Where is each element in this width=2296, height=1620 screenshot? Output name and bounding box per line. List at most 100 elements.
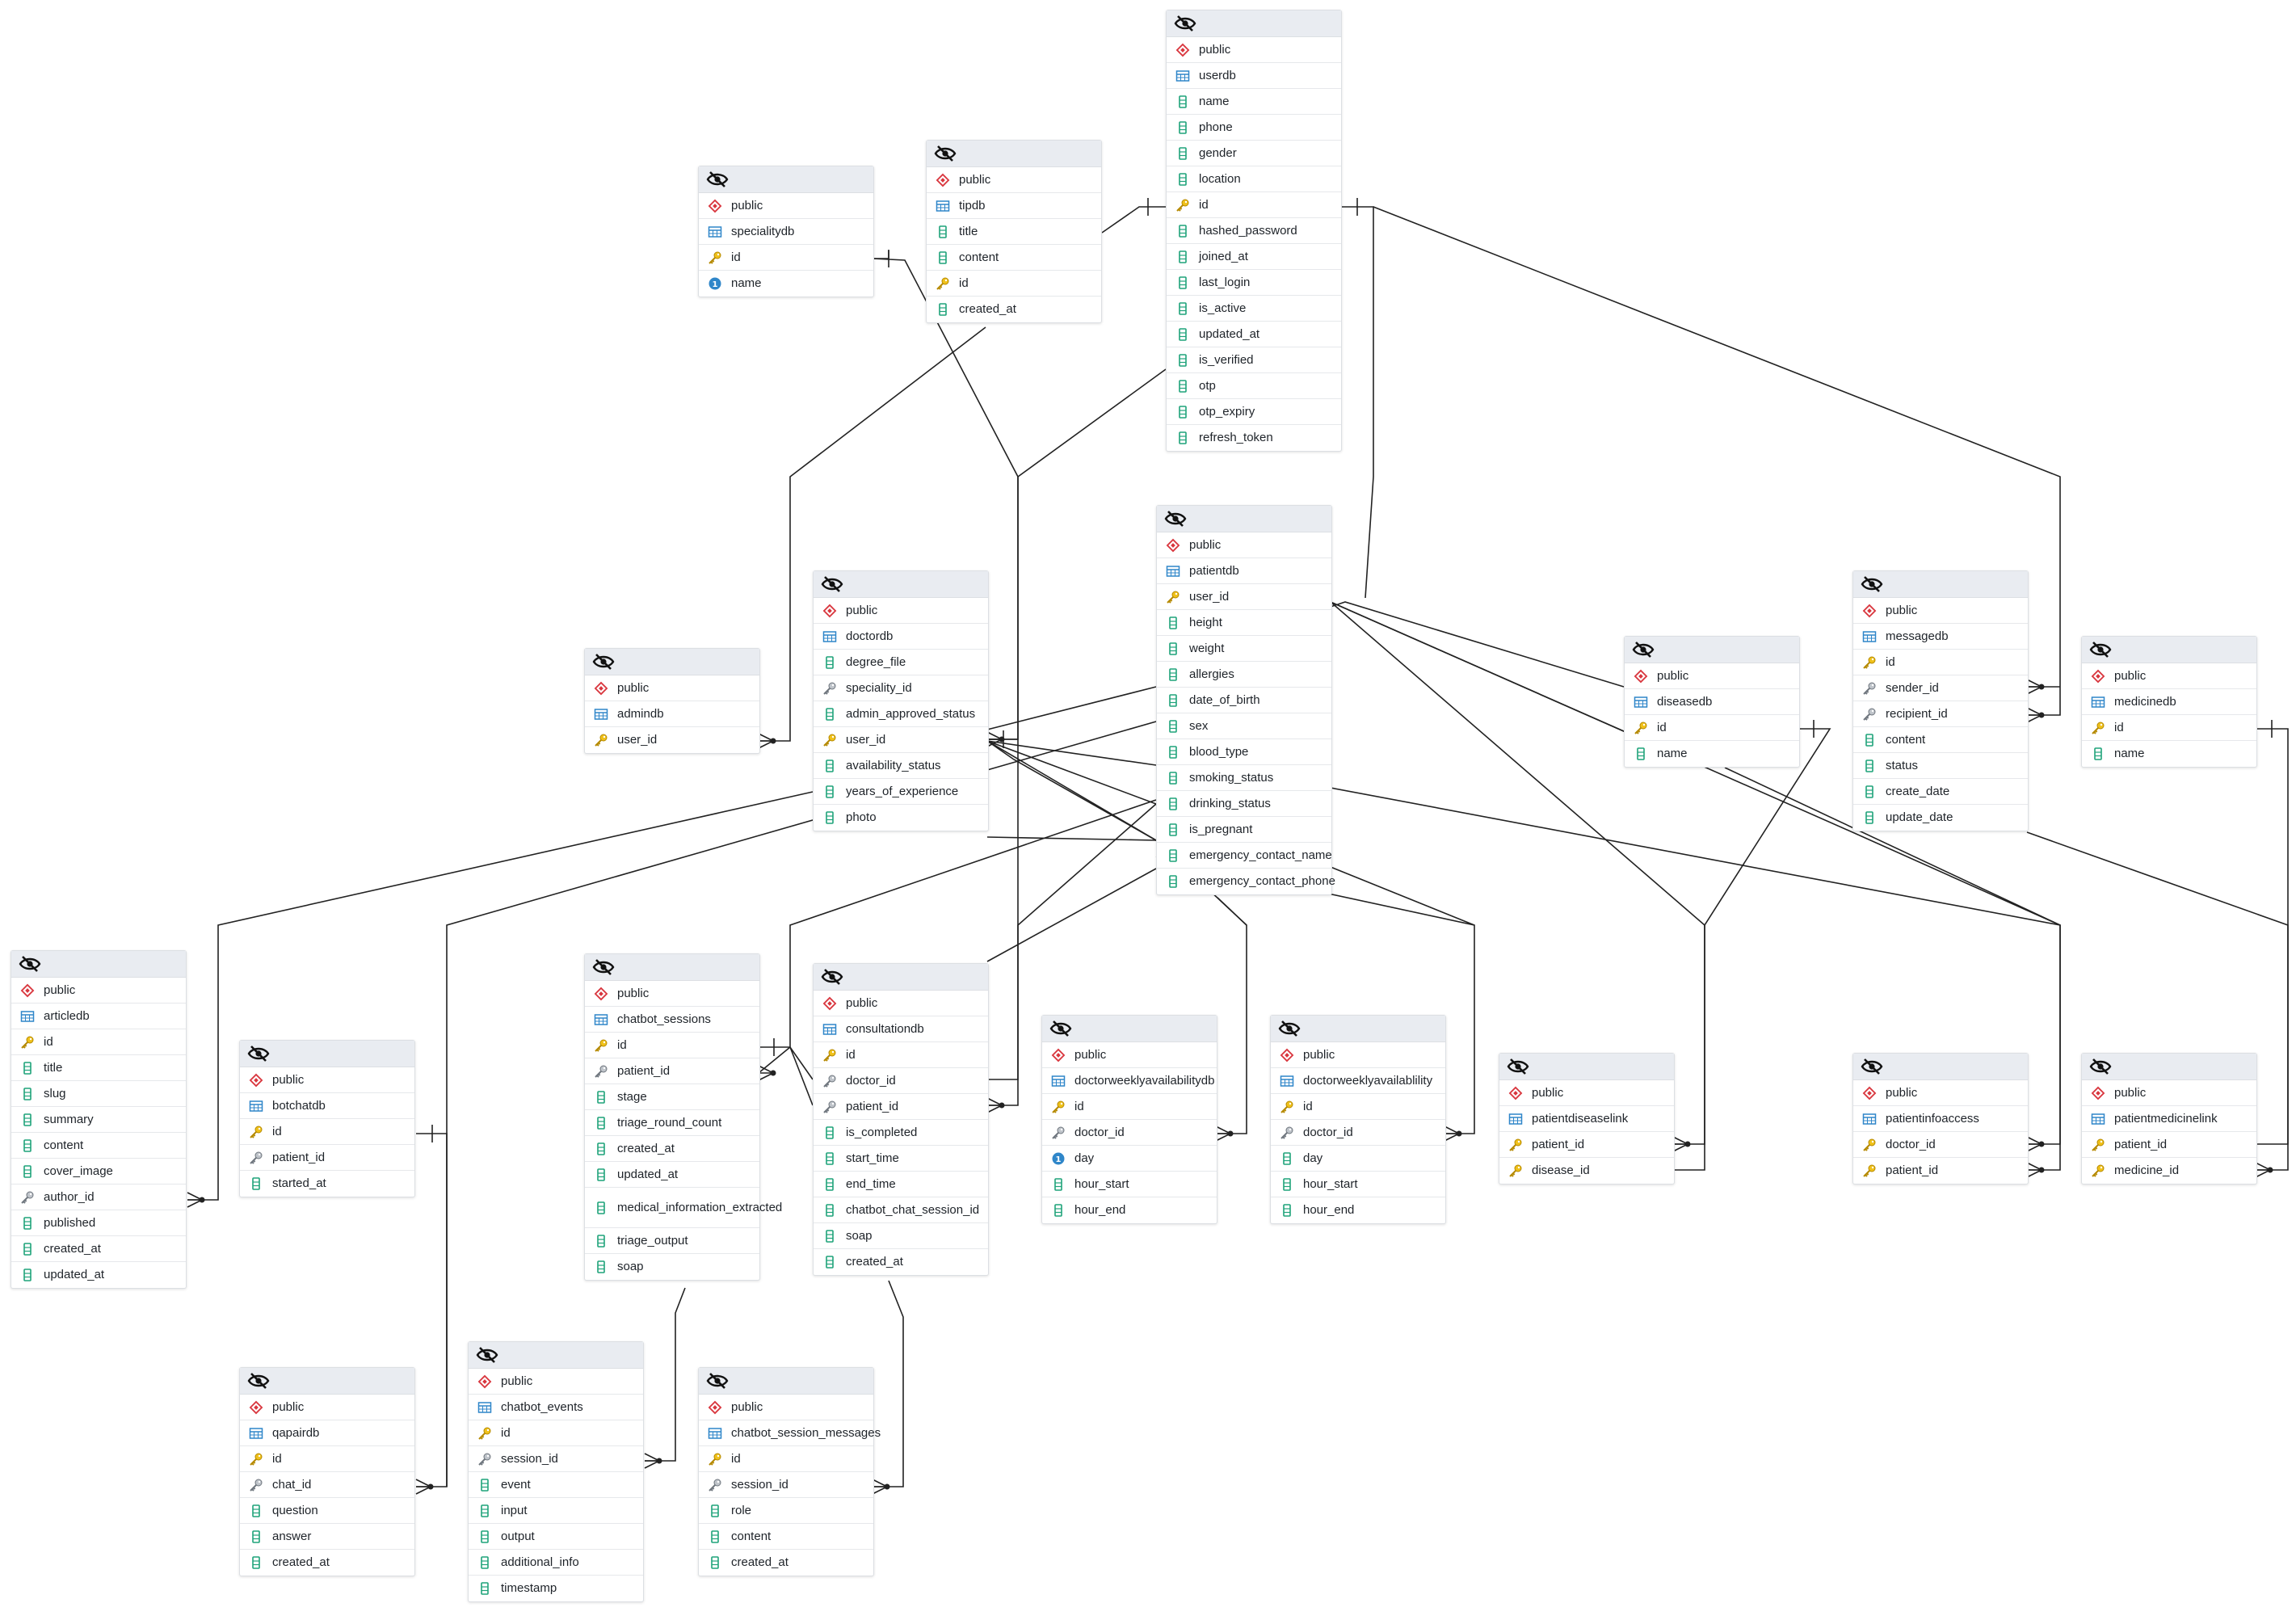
column-row[interactable]: created_at	[814, 1249, 988, 1275]
column-row[interactable]: patient_id	[1853, 1158, 2028, 1184]
table-header[interactable]	[814, 964, 988, 991]
table-header[interactable]	[1271, 1016, 1445, 1042]
column-row[interactable]: started_at	[240, 1171, 414, 1197]
column-row[interactable]: soap	[585, 1254, 759, 1280]
column-row[interactable]: summary	[11, 1107, 186, 1133]
column-row[interactable]: input	[469, 1498, 643, 1524]
column-row[interactable]: name	[699, 271, 873, 297]
column-row[interactable]: author_id	[11, 1184, 186, 1210]
table-header[interactable]	[2082, 1054, 2256, 1080]
column-row[interactable]: start_time	[814, 1146, 988, 1172]
visibility-off-icon[interactable]	[17, 954, 43, 974]
table-name-row[interactable]: patientdiseaselink	[1499, 1106, 1674, 1132]
schema-row[interactable]: public	[927, 167, 1101, 193]
table-name-row[interactable]: messagedb	[1853, 624, 2028, 650]
schema-row[interactable]: public	[1625, 663, 1799, 689]
visibility-off-icon[interactable]	[932, 144, 958, 163]
table-name-row[interactable]: userdb	[1167, 63, 1341, 89]
table-header[interactable]	[927, 141, 1101, 167]
column-row[interactable]: id	[469, 1420, 643, 1446]
visibility-off-icon[interactable]	[1163, 509, 1188, 528]
table-patientdiseaselink[interactable]: public patientdiseaselink patient_id diseas…	[1499, 1053, 1675, 1184]
column-row[interactable]: created_at	[11, 1236, 186, 1262]
column-row[interactable]: stage	[585, 1084, 759, 1110]
table-consultationdb[interactable]: public consultationdb id doctor_id patient_i…	[813, 963, 989, 1276]
schema-row[interactable]: public	[585, 981, 759, 1007]
table-name-row[interactable]: medicinedb	[2082, 689, 2256, 715]
column-row[interactable]: id	[927, 271, 1101, 297]
column-row[interactable]: chat_id	[240, 1472, 414, 1498]
column-row[interactable]: chatbot_chat_session_id	[814, 1197, 988, 1223]
column-row[interactable]: id	[1853, 650, 2028, 675]
column-row[interactable]: id	[240, 1119, 414, 1145]
column-row[interactable]: timestamp	[469, 1576, 643, 1601]
column-row[interactable]: answer	[240, 1524, 414, 1550]
column-row[interactable]: speciality_id	[814, 675, 988, 701]
column-row[interactable]: location	[1167, 166, 1341, 192]
table-admindb[interactable]: public admindb user_id	[584, 648, 760, 754]
visibility-off-icon[interactable]	[1630, 640, 1656, 659]
table-botchatdb[interactable]: public botchatdb id patient_id started_at	[239, 1040, 415, 1197]
column-row[interactable]: title	[927, 219, 1101, 245]
table-header[interactable]	[1853, 571, 2028, 598]
table-chatbot_session_messages[interactable]: public chatbot_session_messages id session_…	[698, 1367, 881, 1576]
visibility-off-icon[interactable]	[591, 957, 616, 977]
column-row[interactable]: created_at	[927, 297, 1101, 322]
column-row[interactable]: update_date	[1853, 805, 2028, 831]
visibility-off-icon[interactable]	[1859, 574, 1885, 594]
column-row[interactable]: name	[2082, 741, 2256, 767]
column-row[interactable]: session_id	[469, 1446, 643, 1472]
column-row[interactable]: end_time	[814, 1172, 988, 1197]
table-header[interactable]	[1042, 1016, 1217, 1042]
column-row[interactable]: event	[469, 1472, 643, 1498]
table-chatbot_events[interactable]: public chatbot_events id session_id event inp…	[468, 1341, 644, 1602]
column-row[interactable]: id	[699, 1446, 873, 1472]
visibility-off-icon[interactable]	[704, 170, 730, 189]
column-row[interactable]: patient_id	[2082, 1132, 2256, 1158]
table-specialitydb[interactable]: public specialitydb id name	[698, 166, 874, 297]
schema-row[interactable]: public	[699, 1395, 873, 1420]
table-name-row[interactable]: doctorweeklyavailablility	[1271, 1068, 1445, 1094]
schema-row[interactable]: public	[240, 1067, 414, 1093]
visibility-off-icon[interactable]	[1172, 14, 1198, 33]
table-header[interactable]	[585, 954, 759, 981]
column-row[interactable]: slug	[11, 1081, 186, 1107]
schema-row[interactable]: public	[1499, 1080, 1674, 1106]
table-name-row[interactable]: consultationdb	[814, 1016, 988, 1042]
visibility-off-icon[interactable]	[819, 574, 845, 594]
schema-row[interactable]: public	[1853, 598, 2028, 624]
column-row[interactable]: day	[1042, 1146, 1217, 1172]
column-row[interactable]: id	[814, 1042, 988, 1068]
column-row[interactable]: patient_id	[240, 1145, 414, 1171]
column-row[interactable]: create_date	[1853, 779, 2028, 805]
column-row[interactable]: joined_at	[1167, 244, 1341, 270]
column-row[interactable]: user_id	[585, 727, 759, 753]
visibility-off-icon[interactable]	[704, 1371, 730, 1391]
visibility-off-icon[interactable]	[246, 1044, 271, 1063]
schema-row[interactable]: public	[699, 193, 873, 219]
schema-row[interactable]: public	[11, 978, 186, 1004]
column-row[interactable]: content	[699, 1524, 873, 1550]
table-name-row[interactable]: qapairdb	[240, 1420, 414, 1446]
column-row[interactable]: user_id	[1157, 584, 1331, 610]
column-row[interactable]: id	[1271, 1094, 1445, 1120]
column-row[interactable]: id	[1042, 1094, 1217, 1120]
column-row[interactable]: soap	[814, 1223, 988, 1249]
table-patientinfoaccess[interactable]: public patientinfoaccess doctor_id patient_…	[1852, 1053, 2029, 1184]
column-row[interactable]: content	[1853, 727, 2028, 753]
column-row[interactable]: updated_at	[585, 1162, 759, 1188]
visibility-off-icon[interactable]	[591, 652, 616, 671]
table-doctorweeklyavailablility[interactable]: public doctorweeklyavailablility id doctor_…	[1270, 1015, 1446, 1224]
column-row[interactable]: admin_approved_status	[814, 701, 988, 727]
column-row[interactable]: otp	[1167, 373, 1341, 399]
column-row[interactable]: availability_status	[814, 753, 988, 779]
table-name-row[interactable]: specialitydb	[699, 219, 873, 245]
table-medicinedb[interactable]: public medicinedb id name	[2081, 636, 2257, 768]
table-articledb[interactable]: public articledb id title slug summary content…	[11, 950, 187, 1289]
column-row[interactable]: created_at	[240, 1550, 414, 1576]
table-patientmedicinelink[interactable]: public patientmedicinelink patient_id medic…	[2081, 1053, 2257, 1184]
column-row[interactable]: content	[927, 245, 1101, 271]
table-header[interactable]	[2082, 637, 2256, 663]
column-row[interactable]: height	[1157, 610, 1331, 636]
table-header[interactable]	[240, 1041, 414, 1067]
